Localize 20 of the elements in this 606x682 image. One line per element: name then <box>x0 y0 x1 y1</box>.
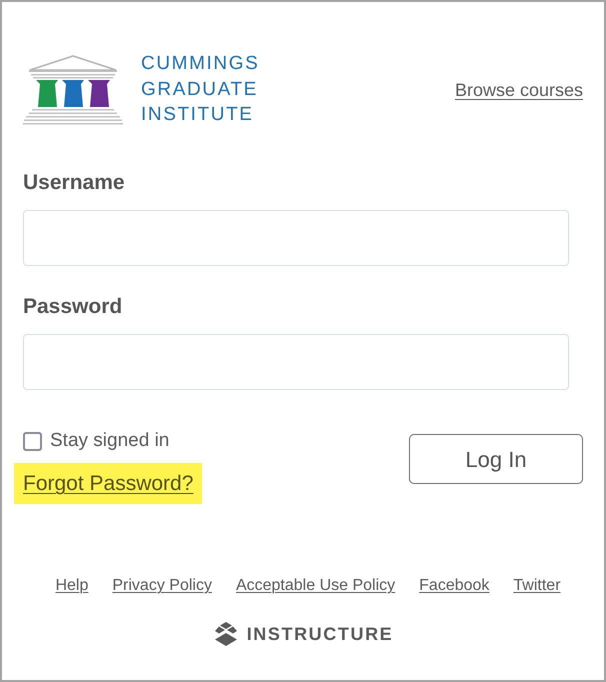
footer-link[interactable]: Facebook <box>419 575 490 597</box>
field-label: Password <box>23 294 124 320</box>
brand-wordmark: INSTRUCTURE <box>246 623 394 646</box>
footer-link[interactable]: Twitter <box>513 575 561 597</box>
browse-courses-link[interactable]: Browse courses <box>454 78 583 102</box>
input-field[interactable] <box>23 210 569 266</box>
footer-link[interactable]: Help <box>55 575 88 597</box>
field-label: Username <box>23 170 126 196</box>
forgot-password-link[interactable]: Forgot Password? <box>14 463 202 504</box>
footer-link[interactable]: Acceptable Use Policy <box>236 575 396 597</box>
logo-text: INSTITUTE <box>141 103 255 128</box>
footer-link[interactable]: Privacy Policy <box>112 575 212 597</box>
temple-logo-icon <box>23 54 123 124</box>
input-field[interactable] <box>23 334 569 390</box>
checkbox-label: Stay signed in <box>50 429 170 453</box>
brand-logo-icon <box>214 622 237 646</box>
checkbox[interactable] <box>23 432 42 450</box>
logo-text: CUMMINGS <box>141 52 260 76</box>
logo-text: GRADUATE <box>141 78 259 102</box>
login-button[interactable]: Log In <box>409 434 583 484</box>
